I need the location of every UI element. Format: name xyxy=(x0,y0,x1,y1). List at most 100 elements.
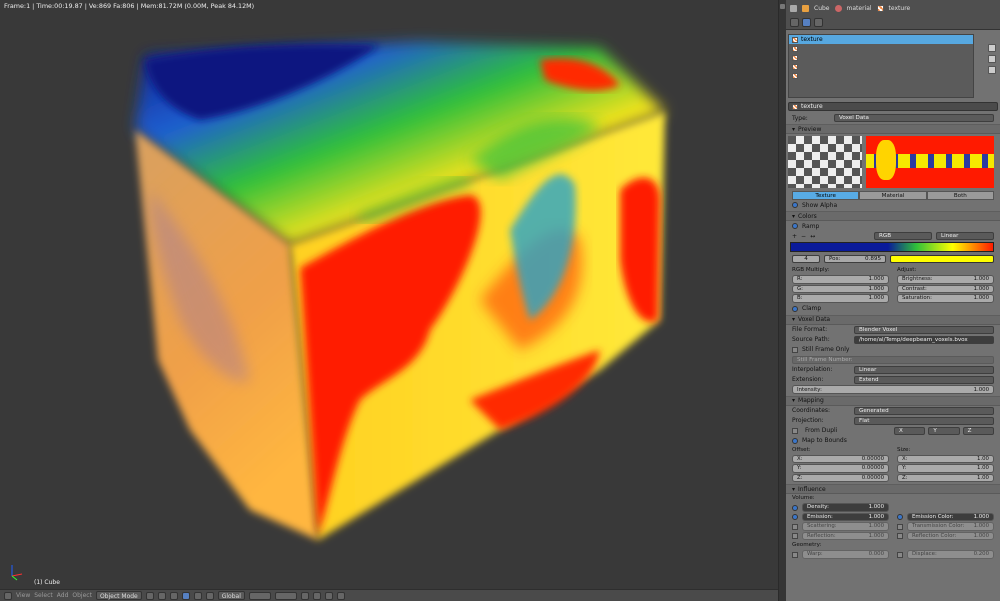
breadcrumb-texture[interactable]: texture xyxy=(889,5,911,12)
preview-panel-header[interactable]: Preview xyxy=(786,124,1000,134)
ramp-checkbox[interactable] xyxy=(792,223,798,229)
pivot-icon[interactable] xyxy=(157,591,166,600)
ramp-stop-color-swatch[interactable] xyxy=(890,255,994,263)
size-x-field[interactable]: X: 1.00 xyxy=(897,454,994,463)
lock-icon[interactable] xyxy=(300,591,309,600)
map-z-selector[interactable]: Z xyxy=(962,426,994,435)
list-item[interactable] xyxy=(789,53,973,62)
extension-selector[interactable]: Extend xyxy=(854,375,994,384)
layers2-icon[interactable] xyxy=(274,591,297,600)
projection-selector[interactable]: Flat xyxy=(854,416,994,425)
emission-color-field[interactable]: Emission Color: 1.000 xyxy=(907,512,994,521)
reflection-field[interactable]: Reflection: 1.000 xyxy=(802,531,889,540)
interpolation-selector[interactable]: Linear xyxy=(854,365,994,374)
size-z-field[interactable]: Z: 1.00 xyxy=(897,473,994,482)
tab-both[interactable]: Both xyxy=(926,191,994,200)
area-separator[interactable] xyxy=(778,0,786,601)
file-format-selector[interactable]: Blender Voxel xyxy=(854,325,994,334)
emission-color-checkbox[interactable] xyxy=(897,514,903,521)
density-checkbox[interactable] xyxy=(792,504,798,511)
color-ramp-bar[interactable] xyxy=(790,242,994,252)
warp-checkbox[interactable] xyxy=(792,551,798,558)
warp-field[interactable]: Warp: 0.000 xyxy=(802,550,889,559)
emission-checkbox[interactable] xyxy=(792,514,798,521)
add-stop-icon[interactable]: + xyxy=(792,233,797,240)
mapping-panel-header[interactable]: Mapping xyxy=(786,395,1000,406)
scattering-field[interactable]: Scattering: 1.000 xyxy=(802,522,889,531)
g-field[interactable]: G: 1.000 xyxy=(792,284,889,293)
translate-icon[interactable] xyxy=(181,591,190,600)
shading-icon[interactable] xyxy=(145,591,154,600)
influence-panel-header[interactable]: Influence xyxy=(786,484,1000,494)
b-field[interactable]: B: 1.000 xyxy=(792,294,889,303)
coordinates-selector[interactable]: Generated xyxy=(854,406,994,415)
other-context-icon[interactable] xyxy=(814,18,823,27)
specials-icon[interactable] xyxy=(988,66,996,74)
map-y-selector[interactable]: Y xyxy=(928,426,960,435)
menu-object[interactable]: Object xyxy=(72,592,92,599)
map-x-selector[interactable]: X xyxy=(894,426,926,435)
remove-stop-icon[interactable]: − xyxy=(801,233,806,240)
3d-viewport[interactable]: Frame:1 | Time:00:19.87 | Ve:869 Fa:806 … xyxy=(0,0,786,601)
ramp-pos-field[interactable]: Pos: 0.895 xyxy=(824,255,886,263)
menu-select[interactable]: Select xyxy=(34,592,53,599)
reflection-color-field[interactable]: Reflection Color: 1.000 xyxy=(907,531,994,540)
list-item[interactable] xyxy=(789,71,973,80)
size-y-field[interactable]: Y: 1.00 xyxy=(897,464,994,473)
reflection-checkbox[interactable] xyxy=(792,533,798,540)
tab-texture[interactable]: Texture xyxy=(792,191,860,200)
rotate-icon[interactable] xyxy=(193,591,202,600)
flip-ramp-icon[interactable]: ↔ xyxy=(810,233,815,240)
list-item[interactable] xyxy=(789,62,973,71)
ramp-color-mode[interactable]: RGB xyxy=(874,232,932,240)
intensity-field[interactable]: Intensity: 1.000 xyxy=(792,385,994,394)
offset-x-field[interactable]: X: 0.00000 xyxy=(792,454,889,463)
displace-field[interactable]: Displace: 0.200 xyxy=(907,550,994,559)
menu-view[interactable]: View xyxy=(16,592,30,599)
emission-field[interactable]: Emission: 1.000 xyxy=(802,512,889,521)
transmission-color-field[interactable]: Transmission Color: 1.000 xyxy=(907,522,994,531)
mode-selector[interactable]: Object Mode xyxy=(95,591,142,600)
source-path-field[interactable]: /home/al/Temp/deepbeam_voxels.bvox xyxy=(854,335,994,344)
breadcrumb-material[interactable]: material xyxy=(847,5,872,12)
offset-z-field[interactable]: Z: 0.00000 xyxy=(792,473,889,482)
menu-add[interactable]: Add xyxy=(57,592,69,599)
snap-icon[interactable] xyxy=(312,591,321,600)
clamp-checkbox[interactable] xyxy=(792,305,798,312)
texture-name-field[interactable]: texture xyxy=(788,102,998,111)
from-dupli-checkbox[interactable] xyxy=(792,427,798,434)
breadcrumb-object[interactable]: Cube xyxy=(814,5,830,12)
offset-y-field[interactable]: Y: 0.00000 xyxy=(792,464,889,473)
world-context-icon[interactable] xyxy=(790,18,799,27)
render-icon[interactable] xyxy=(336,591,345,600)
transmission-color-checkbox[interactable] xyxy=(897,523,903,530)
reflection-color-checkbox[interactable] xyxy=(897,533,903,540)
list-item[interactable]: texture xyxy=(789,35,973,44)
list-item[interactable] xyxy=(789,44,973,53)
scale-icon[interactable] xyxy=(205,591,214,600)
tab-material[interactable]: Material xyxy=(859,191,927,200)
saturation-field[interactable]: Saturation: 1.000 xyxy=(897,294,994,303)
ramp-stop-index[interactable]: 4 xyxy=(792,255,820,263)
voxel-data-panel-header[interactable]: Voxel Data xyxy=(786,314,1000,325)
map-to-bounds-checkbox[interactable] xyxy=(792,437,798,444)
proportional-edit-icon[interactable] xyxy=(324,591,333,600)
orientation-selector[interactable]: Global xyxy=(217,591,245,600)
move-up-icon[interactable] xyxy=(988,44,996,52)
pin-icon[interactable] xyxy=(790,5,797,12)
editor-type-icon[interactable] xyxy=(4,591,12,600)
texture-slot-list[interactable]: texture xyxy=(788,34,974,98)
still-frame-number-field[interactable]: Still Frame Number: xyxy=(792,355,994,364)
brightness-field[interactable]: Brightness: 1.000 xyxy=(897,275,994,284)
still-frame-checkbox[interactable] xyxy=(792,346,798,353)
colors-panel-header[interactable]: Colors xyxy=(786,211,1000,221)
show-alpha-checkbox[interactable] xyxy=(792,202,798,208)
contrast-field[interactable]: Contrast: 1.000 xyxy=(897,284,994,293)
scattering-checkbox[interactable] xyxy=(792,523,798,530)
manipulator-icon[interactable] xyxy=(169,591,178,600)
r-field[interactable]: R: 1.000 xyxy=(792,275,889,284)
layers-icon[interactable] xyxy=(248,591,271,600)
material-context-icon[interactable] xyxy=(802,18,811,27)
type-selector[interactable]: Voxel Data xyxy=(834,114,994,122)
displace-checkbox[interactable] xyxy=(897,551,903,558)
